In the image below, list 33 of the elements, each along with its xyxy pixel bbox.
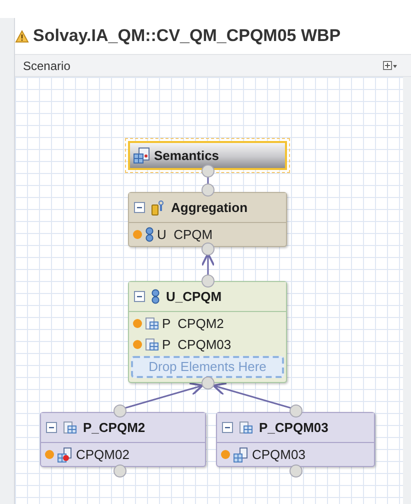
table-icon [233, 446, 249, 462]
node-title: Aggregation [171, 201, 248, 214]
row-label: U CPQM [157, 228, 213, 241]
node-title: Semantics [154, 149, 220, 162]
union-icon [145, 227, 154, 242]
projection-icon [63, 420, 77, 434]
collapse-icon[interactable] [134, 202, 145, 213]
aggregation-node[interactable]: Aggregation U CPQM [128, 192, 287, 247]
node-title: U_CPQM [166, 290, 222, 303]
node-title: P_CPQM03 [259, 421, 328, 434]
collapse-icon[interactable] [222, 422, 233, 433]
expand-all-icon[interactable] [383, 61, 397, 70]
collapse-icon[interactable] [134, 291, 145, 302]
semantics-icon [133, 146, 151, 164]
node-title: P_CPQM2 [83, 421, 146, 434]
union-node[interactable]: U_CPQM P CPQM2 P CPQM03 Drop Elements Here [128, 281, 287, 383]
semantics-node[interactable]: Semantics [128, 141, 287, 170]
aggregation-icon [151, 200, 165, 216]
projection-node[interactable]: P_CPQM2 CPQM02 [40, 412, 206, 467]
projection-node[interactable]: P_CPQM03 CPQM03 [216, 412, 375, 467]
row-label: P CPQM03 [162, 338, 232, 351]
projection-icon [145, 338, 159, 352]
union-icon [151, 289, 160, 304]
panel-title: Scenario [23, 58, 70, 74]
collapse-icon[interactable] [46, 422, 57, 433]
row-label: CPQM02 [76, 448, 130, 461]
row-label: CPQM03 [252, 448, 306, 461]
connector-arrow [201, 252, 215, 275]
window-title: Solvay.IA_QM::CV_QM_CPQM05 WBP [33, 25, 341, 48]
projection-icon [239, 420, 253, 434]
warning-icon [15, 30, 29, 42]
row-label: P CPQM2 [162, 317, 224, 330]
projection-icon [145, 316, 159, 330]
